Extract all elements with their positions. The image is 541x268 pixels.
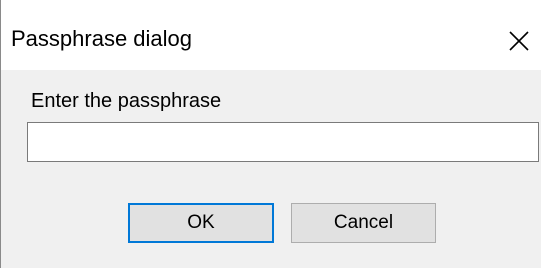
close-icon bbox=[509, 31, 529, 51]
cancel-button[interactable]: Cancel bbox=[291, 203, 436, 243]
passphrase-input[interactable] bbox=[27, 122, 539, 162]
title-bar: Passphrase dialog bbox=[1, 0, 541, 70]
ok-button[interactable]: OK bbox=[128, 203, 274, 243]
window-title: Passphrase dialog bbox=[11, 26, 193, 51]
close-button[interactable] bbox=[504, 26, 534, 56]
passphrase-prompt-label: Enter the passphrase bbox=[31, 90, 222, 112]
dialog-body: Enter the passphrase OK Cancel bbox=[1, 70, 541, 268]
passphrase-dialog-window: Passphrase dialog Enter the passphrase O… bbox=[0, 0, 541, 268]
